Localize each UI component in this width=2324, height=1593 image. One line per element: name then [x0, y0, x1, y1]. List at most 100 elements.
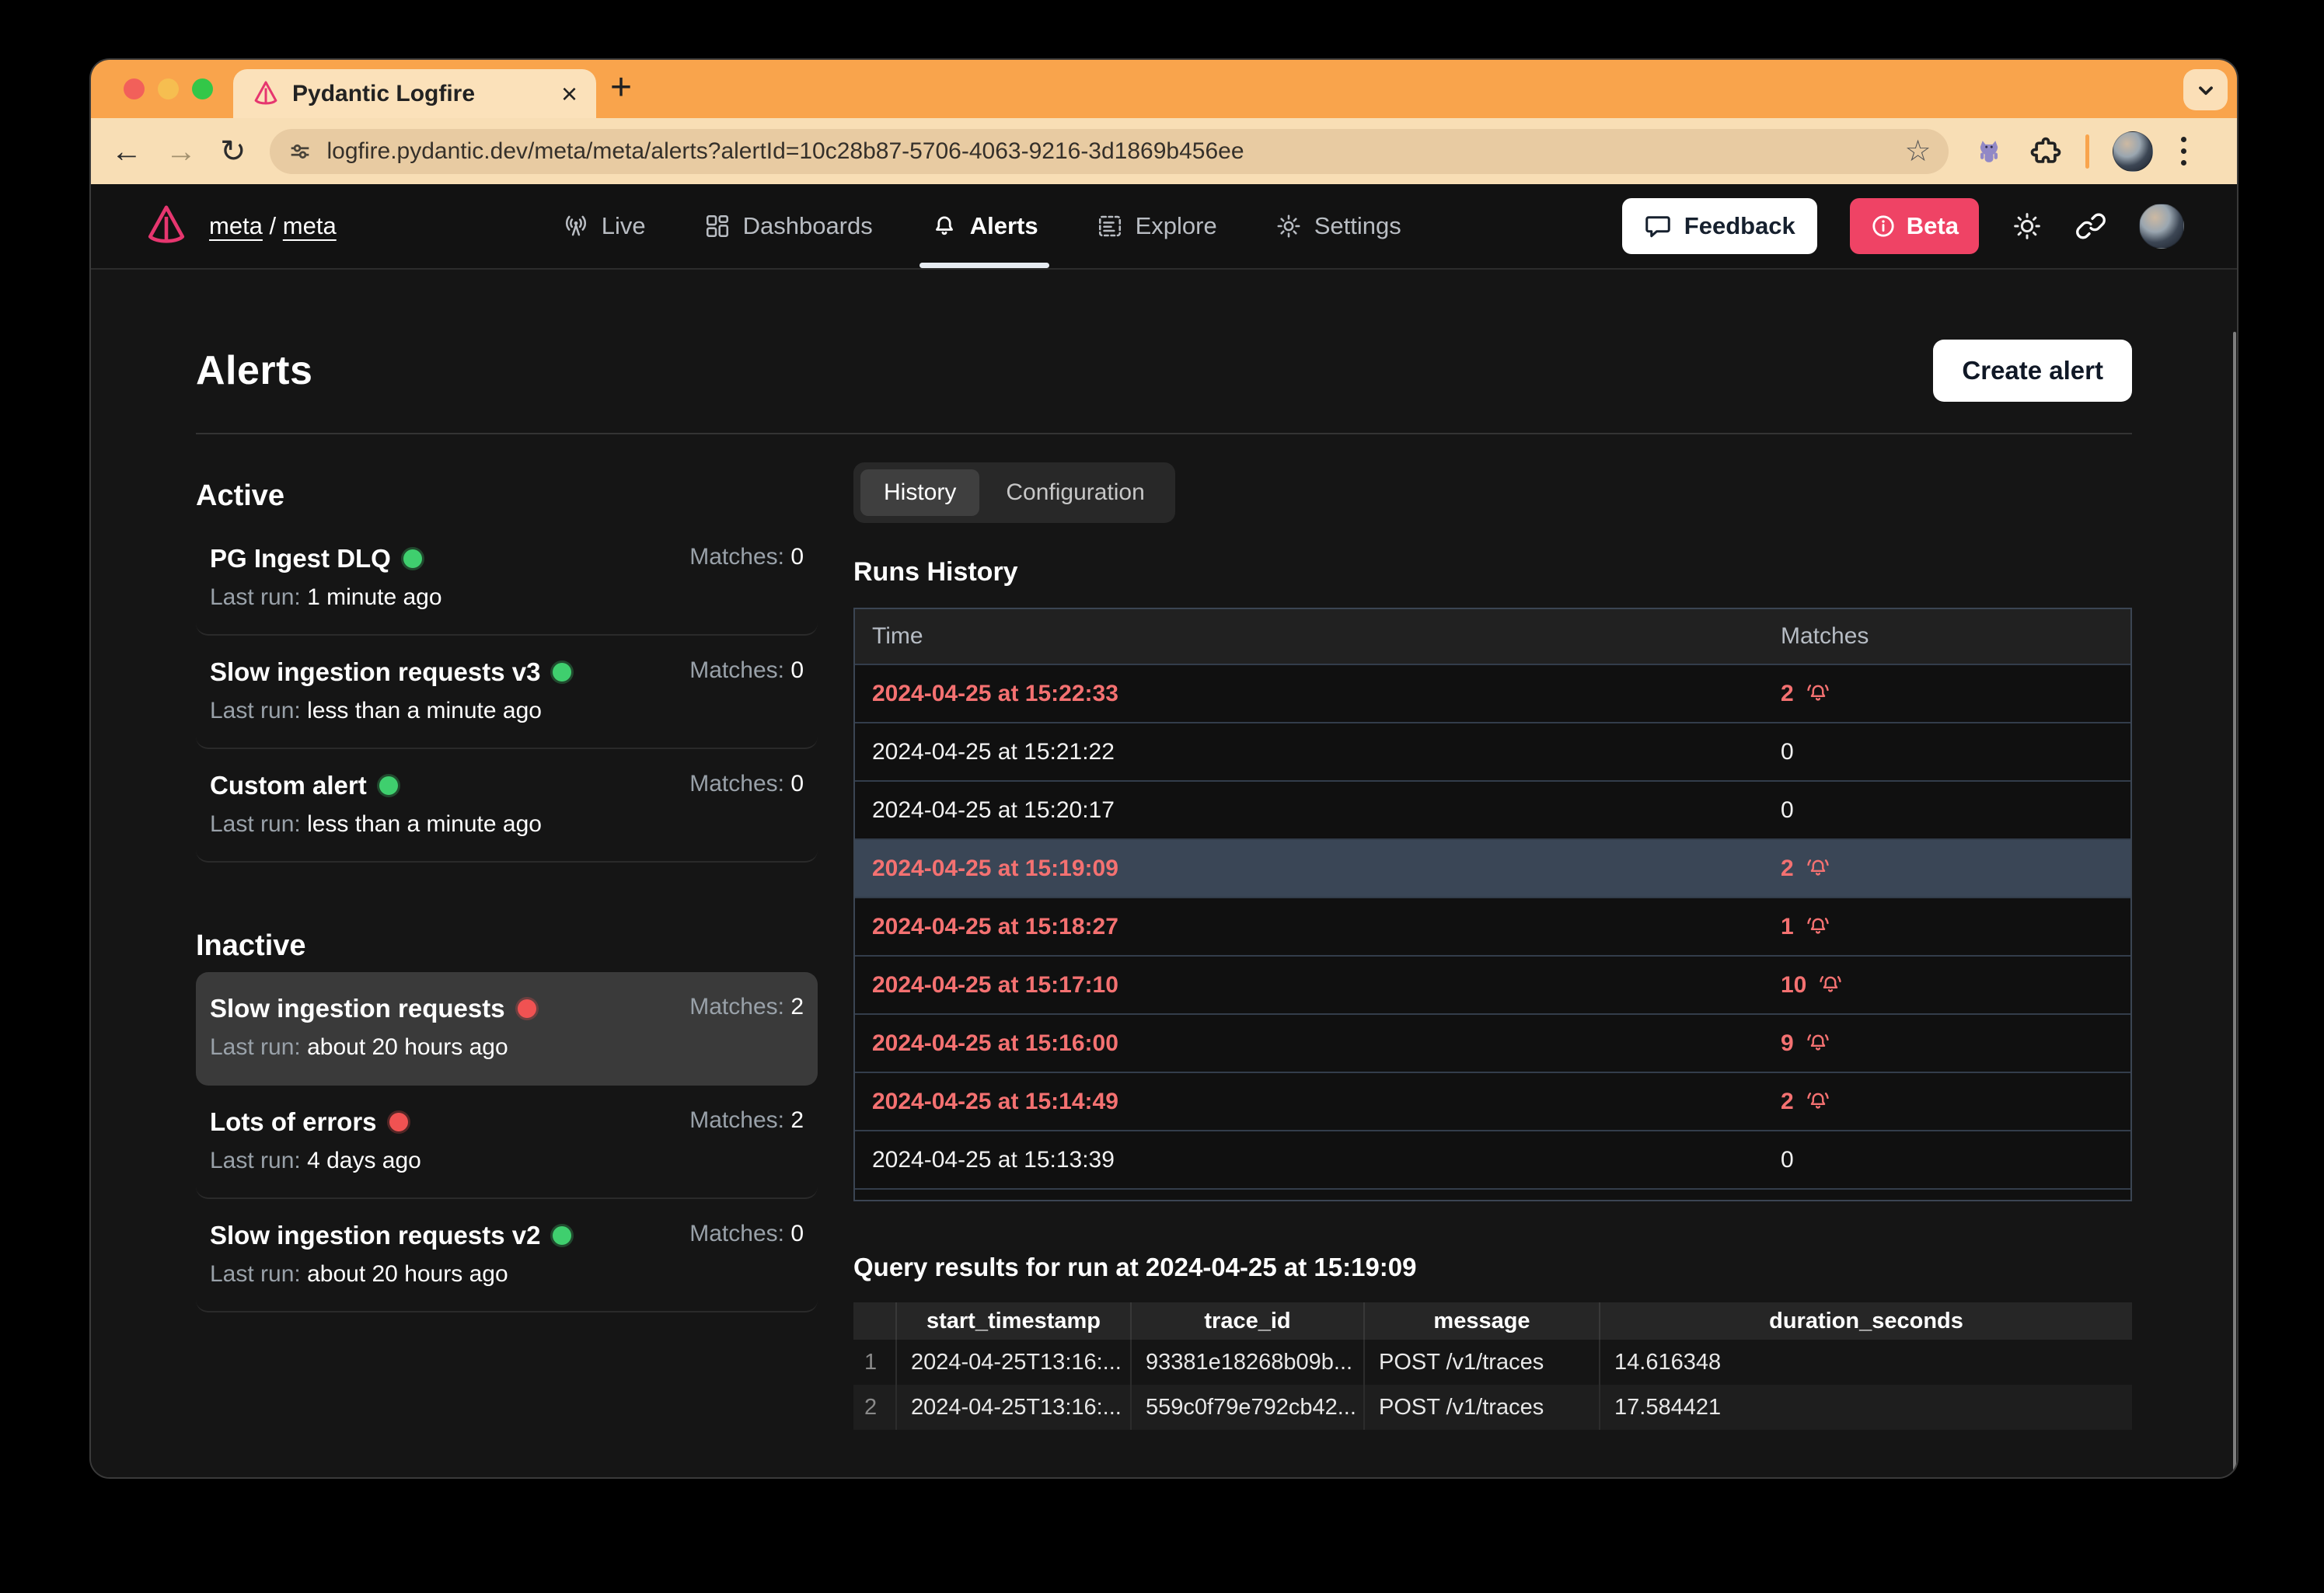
new-tab-button[interactable]: + — [610, 66, 632, 109]
browser-tabstrip: Pydantic Logfire × + — [91, 60, 2237, 118]
close-window-button[interactable] — [124, 78, 145, 99]
browser-window: Pydantic Logfire × + ← → ↻ logfire.pydan… — [89, 58, 2239, 1479]
share-link-icon[interactable] — [2075, 211, 2106, 242]
nav-item-live[interactable]: Live — [562, 184, 646, 268]
alert-name: Custom alert — [210, 771, 367, 800]
alert-name: PG Ingest DLQ — [210, 544, 391, 573]
tab-close-icon[interactable]: × — [561, 80, 578, 108]
alert-list-item[interactable]: PG Ingest DLQ Matches: 0 Last run: 1 min… — [196, 522, 818, 636]
nav-item-alerts[interactable]: Alerts — [930, 184, 1038, 268]
run-row[interactable]: 2024-04-25 at 15:21:22 0 — [855, 722, 2130, 780]
page-title: Alerts — [196, 347, 312, 394]
desktop-background: Pydantic Logfire × + ← → ↻ logfire.pydan… — [0, 0, 2324, 1593]
last-run-label: Last run: — [210, 1148, 301, 1173]
run-row[interactable]: 2024-04-25 at 15:18:27 1 — [855, 897, 2130, 955]
alert-list-item-selected[interactable]: Slow ingestion requests Matches: 2 Last … — [196, 972, 818, 1086]
status-dot-green — [553, 663, 571, 681]
breadcrumb-project-link[interactable]: meta — [283, 212, 337, 239]
user-avatar[interactable] — [2139, 204, 2184, 249]
beta-info-icon — [1870, 213, 1897, 239]
matches-label: Matches: — [689, 771, 784, 796]
back-button[interactable]: ← — [111, 136, 142, 167]
alert-list-item[interactable]: Slow ingestion requests v2 Matches: 0 La… — [196, 1199, 818, 1312]
matches-label: Matches: — [689, 994, 784, 1020]
chevron-down-icon — [2193, 77, 2219, 103]
browser-menu-icon[interactable] — [2176, 137, 2191, 166]
run-row[interactable]: 2024-04-25 at 15:16:00 9 — [855, 1013, 2130, 1072]
nav-item-explore[interactable]: Explore — [1096, 184, 1217, 268]
matches-label: Matches: — [689, 1107, 784, 1133]
ring-bell-icon — [1805, 914, 1831, 940]
query-result-row[interactable]: 1 2024-04-25T13:16:... 93381e18268b09b..… — [853, 1340, 2132, 1385]
query-table-header: start_timestamp trace_id message duratio… — [853, 1302, 2132, 1340]
reload-button[interactable]: ↻ — [220, 136, 246, 167]
beta-label: Beta — [1907, 212, 1959, 240]
query-result-row[interactable]: 2 2024-04-25T13:16:... 559c0f79e792cb42.… — [853, 1385, 2132, 1430]
alert-list-item[interactable]: Lots of errors Matches: 2 Last run: 4 da… — [196, 1086, 818, 1199]
feedback-label: Feedback — [1684, 212, 1795, 240]
runs-table-header: Time Matches — [855, 609, 2130, 664]
run-row[interactable]: 2024-04-25 at 15:22:33 2 — [855, 664, 2130, 722]
last-run-value: less than a minute ago — [307, 698, 542, 723]
run-row[interactable]: 2024-04-25 at 15:17:10 10 — [855, 955, 2130, 1013]
column-header-trace-id: trace_id — [1131, 1302, 1364, 1340]
dashboards-icon — [703, 212, 731, 240]
url-text[interactable]: logfire.pydantic.dev/meta/meta/alerts?al… — [327, 138, 1891, 165]
browser-profile-avatar[interactable] — [2113, 131, 2153, 172]
extension-cat-icon[interactable] — [1972, 134, 2006, 169]
run-row[interactable]: 2024-04-25 at 15:20:17 0 — [855, 780, 2130, 838]
extensions-puzzle-icon[interactable] — [2029, 135, 2062, 168]
column-header-duration-seconds: duration_seconds — [1600, 1302, 2132, 1340]
breadcrumb: meta / meta — [209, 212, 337, 240]
browser-tab[interactable]: Pydantic Logfire × — [233, 69, 596, 118]
create-alert-button[interactable]: Create alert — [1933, 340, 2132, 402]
nav-item-label: Live — [602, 212, 646, 240]
nav-item-label: Explore — [1136, 212, 1217, 240]
active-section-header: Active — [196, 479, 818, 513]
alerts-list-panel: Active PG Ingest DLQ Matches: 0 Last run… — [196, 462, 818, 1430]
feedback-chat-icon — [1644, 212, 1672, 240]
alert-list-item[interactable]: Custom alert Matches: 0 Last run: less t… — [196, 749, 818, 863]
page-scrollbar[interactable] — [2233, 332, 2236, 1479]
last-run-value: 4 days ago — [307, 1148, 421, 1173]
nav-item-dashboards[interactable]: Dashboards — [703, 184, 873, 268]
run-row[interactable]: 2024-04-25 at 15:13:39 0 — [855, 1130, 2130, 1188]
app-navbar: meta / meta Live — [91, 184, 2237, 270]
nav-item-settings[interactable]: Settings — [1275, 184, 1401, 268]
alerts-page: Alerts Create alert Active PG Ingest DLQ… — [91, 270, 2237, 1479]
run-row[interactable]: 2024-04-25 at 15:14:49 2 — [855, 1072, 2130, 1130]
alert-name: Lots of errors — [210, 1107, 377, 1137]
alert-list-item[interactable]: Slow ingestion requests v3 Matches: 0 La… — [196, 636, 818, 749]
explore-icon — [1096, 212, 1124, 240]
matches-value: 0 — [790, 544, 804, 570]
maximize-window-button[interactable] — [192, 78, 213, 99]
matches-value: 0 — [790, 771, 804, 796]
ring-bell-icon — [1817, 972, 1844, 999]
last-run-label: Last run: — [210, 1034, 301, 1060]
logfire-logo-icon[interactable] — [144, 204, 189, 249]
browser-toolbar: ← → ↻ logfire.pydantic.dev/meta/meta/ale… — [91, 118, 2237, 184]
feedback-button[interactable]: Feedback — [1622, 198, 1817, 254]
active-tab-underline — [919, 263, 1049, 268]
settings-gear-icon — [1275, 212, 1303, 240]
bookmark-star-icon[interactable]: ☆ — [1904, 134, 1931, 169]
alerts-bell-icon — [930, 212, 958, 240]
last-run-label: Last run: — [210, 1261, 301, 1287]
breadcrumb-org-link[interactable]: meta — [209, 212, 263, 239]
toolbar-divider — [2085, 134, 2089, 169]
window-chevron-button[interactable] — [2183, 69, 2228, 110]
column-header-rownum — [853, 1302, 896, 1340]
site-settings-icon[interactable] — [287, 138, 313, 165]
forward-button[interactable]: → — [166, 136, 197, 167]
column-header-matches: Matches — [1781, 623, 2130, 650]
status-dot-red — [518, 999, 536, 1018]
beta-badge[interactable]: Beta — [1850, 198, 1979, 254]
url-bar[interactable]: logfire.pydantic.dev/meta/meta/alerts?al… — [270, 129, 1949, 174]
minimize-window-button[interactable] — [158, 78, 179, 99]
tab-configuration[interactable]: Configuration — [982, 469, 1167, 516]
matches-value: 2 — [790, 994, 804, 1020]
run-row-selected[interactable]: 2024-04-25 at 15:19:09 2 — [855, 838, 2130, 897]
nav-item-label: Settings — [1314, 212, 1401, 240]
theme-sun-icon[interactable] — [2012, 211, 2043, 242]
tab-history[interactable]: History — [860, 469, 979, 516]
